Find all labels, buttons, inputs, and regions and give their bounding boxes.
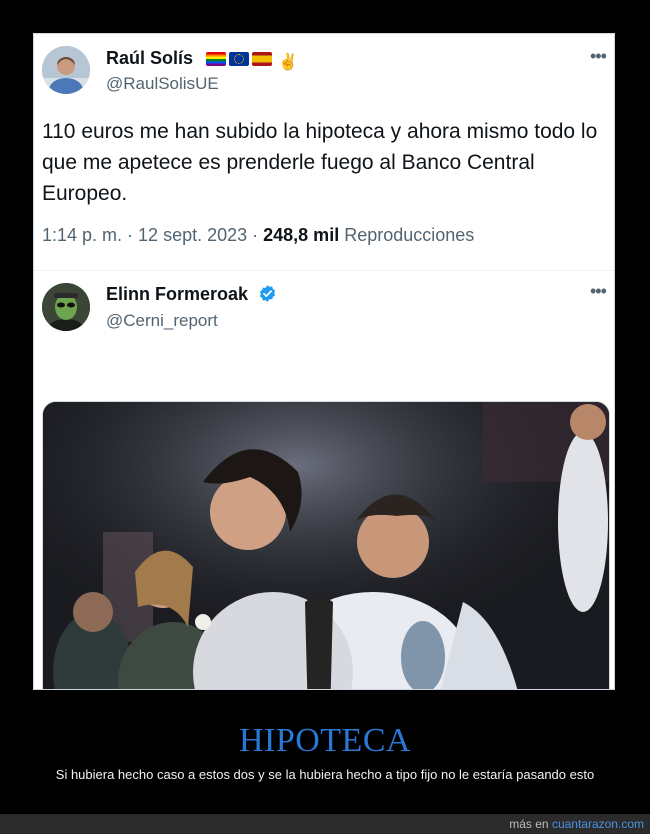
tweet-meta: 1:14 p. m. · 12 sept. 2023 · 248,8 mil R… bbox=[42, 225, 474, 246]
views-count: 248,8 mil bbox=[263, 225, 340, 245]
avatar[interactable] bbox=[42, 283, 90, 331]
profile-flags: ✌ bbox=[206, 52, 298, 72]
page-title: HIPOTECA bbox=[238, 722, 412, 759]
tweet-text: 110 euros me han subido la hipoteca y ah… bbox=[42, 120, 598, 205]
eu-flag-icon bbox=[229, 52, 250, 66]
views-label: Reproducciones bbox=[339, 225, 475, 245]
author-name[interactable]: Elinn Formeroak bbox=[106, 284, 277, 305]
footer-bar: más en cuantarazon.com bbox=[0, 814, 650, 834]
author-handle[interactable]: @Cerni_report bbox=[106, 311, 218, 331]
tweet-card[interactable]: Raúl Solís ✌ @RaulSolisUE ••• 110 euros … bbox=[34, 34, 614, 269]
author-name-text[interactable]: Raúl Solís bbox=[106, 48, 193, 68]
author-name[interactable]: Raúl Solís ✌ bbox=[106, 48, 298, 72]
site-credit: más en cuantarazon.com bbox=[509, 817, 644, 831]
person-avatar-icon bbox=[42, 46, 90, 94]
meta-separator: · bbox=[122, 225, 139, 245]
tweet-time[interactable]: 1:14 p. m. bbox=[42, 225, 122, 245]
tweet-screenshot-frame: Raúl Solís ✌ @RaulSolisUE ••• 110 euros … bbox=[33, 33, 615, 690]
author-handle[interactable]: @RaulSolisUE bbox=[106, 74, 219, 94]
quoted-tweet-card[interactable]: Elinn Formeroak @Cerni_report ••• bbox=[34, 270, 614, 689]
rainbow-flag-icon bbox=[206, 52, 227, 66]
avatar[interactable] bbox=[42, 46, 90, 94]
meta-separator: · bbox=[247, 225, 264, 245]
victory-hand-icon: ✌ bbox=[278, 54, 298, 71]
more-options-icon[interactable]: ••• bbox=[590, 46, 614, 67]
verified-badge-icon bbox=[259, 285, 276, 302]
page-subtitle: Si hubiera hecho caso a estos dos y se l… bbox=[55, 767, 595, 782]
spain-flag-icon bbox=[252, 52, 273, 66]
tweet-photo[interactable] bbox=[42, 401, 610, 689]
site-link[interactable]: cuantarazon.com bbox=[552, 817, 644, 831]
tweet-date[interactable]: 12 sept. 2023 bbox=[138, 225, 247, 245]
more-options-icon[interactable]: ••• bbox=[590, 281, 614, 302]
credit-prefix: más en bbox=[509, 817, 552, 831]
party-photo-image bbox=[43, 402, 609, 689]
author-name-text[interactable]: Elinn Formeroak bbox=[106, 284, 248, 304]
alien-mask-avatar-icon bbox=[42, 283, 90, 331]
